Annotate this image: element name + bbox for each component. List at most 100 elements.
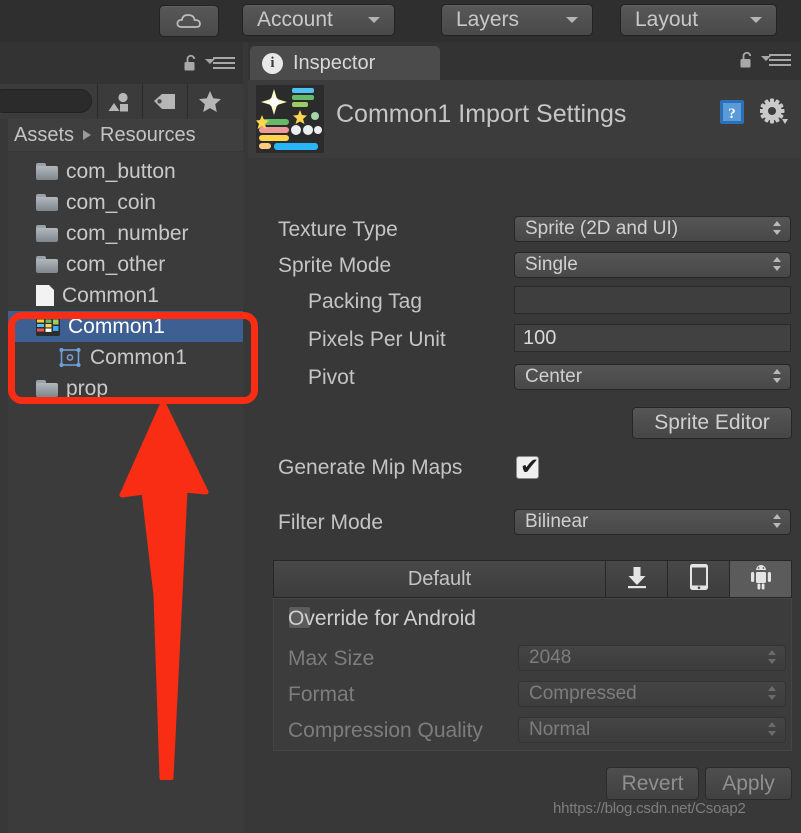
format-value: Compressed	[529, 683, 637, 704]
chevron-down-icon	[368, 17, 380, 23]
pivot-dropdown[interactable]: Center	[514, 364, 791, 390]
generate-mip-maps-label: Generate Mip Maps	[278, 455, 463, 479]
layers-dropdown[interactable]: Layers	[441, 4, 593, 36]
favorites-star-icon[interactable]	[187, 84, 232, 119]
list-item-label: Common1	[62, 283, 159, 307]
property-row-pivot: Pivot Center	[248, 362, 801, 393]
pivot-value: Center	[525, 366, 583, 387]
layout-dropdown[interactable]: Layout	[620, 4, 777, 36]
max-size-value: 2048	[529, 647, 572, 668]
stepper-arrows-icon	[772, 221, 781, 239]
file-icon	[36, 285, 54, 306]
layers-label: Layers	[456, 8, 520, 31]
cloud-button[interactable]	[159, 5, 219, 37]
chevron-down-icon	[566, 17, 578, 23]
list-item-label: com_number	[66, 221, 189, 245]
folder-icon	[36, 225, 58, 242]
pixels-per-unit-value: 100	[523, 326, 557, 349]
list-item[interactable]: com_number	[8, 218, 243, 249]
page-title: Common1 Import Settings	[336, 100, 627, 128]
property-row-generate-mip-maps: Generate Mip Maps ✔	[248, 452, 801, 483]
android-robot-icon	[749, 564, 773, 595]
sprite-mode-value: Single	[525, 254, 578, 275]
hamburger-menu-icon[interactable]	[761, 54, 793, 67]
pixels-per-unit-label: Pixels Per Unit	[308, 327, 446, 351]
sprite-editor-button[interactable]: Sprite Editor	[632, 407, 792, 439]
property-row-texture-type: Texture Type Sprite (2D and UI)	[248, 214, 801, 245]
platform-tab-bar: Default	[273, 560, 792, 598]
stepper-arrows-icon	[767, 686, 776, 704]
override-for-android-label: Override for Android	[288, 607, 476, 630]
list-item-sprite-child[interactable]: Common1	[8, 342, 243, 373]
tab-inspector-label: Inspector	[293, 51, 376, 74]
help-book-icon[interactable]: ?	[718, 98, 746, 126]
tab-platform-standalone[interactable]	[605, 561, 667, 597]
compression-quality-value: Normal	[529, 719, 591, 740]
packing-tag-input[interactable]	[514, 286, 791, 314]
compression-quality-dropdown[interactable]: Normal	[518, 717, 786, 743]
stepper-arrows-icon	[767, 722, 776, 740]
layout-label: Layout	[635, 8, 699, 31]
cloud-icon	[176, 13, 202, 29]
sprite-atlas-preview	[256, 85, 324, 153]
hamburger-menu-icon[interactable]	[205, 57, 235, 70]
generate-mip-maps-checkbox[interactable]: ✔	[516, 454, 540, 480]
compression-quality-label: Compression Quality	[288, 718, 483, 742]
breadcrumb[interactable]: Assets Resources	[8, 119, 243, 151]
apply-button[interactable]: Apply	[705, 767, 792, 800]
lock-open-icon[interactable]	[739, 51, 755, 69]
tab-platform-default[interactable]: Default	[274, 561, 605, 597]
tab-inspector[interactable]: i Inspector	[250, 46, 440, 80]
search-input[interactable]	[0, 89, 92, 113]
svg-text:?: ?	[728, 106, 736, 122]
list-item-selected-texture[interactable]: Common1	[8, 311, 243, 342]
breadcrumb-separator-icon	[83, 130, 92, 140]
list-item-label: com_coin	[66, 190, 156, 214]
list-item[interactable]: Common1	[8, 280, 243, 311]
standalone-download-icon	[625, 565, 649, 594]
format-label: Format	[288, 682, 355, 706]
gear-icon[interactable]	[759, 98, 790, 126]
ios-phone-icon	[689, 563, 709, 596]
property-row-compression-quality: Compression Quality Normal	[248, 715, 801, 746]
max-size-dropdown[interactable]: 2048	[518, 645, 786, 671]
texture-type-dropdown[interactable]: Sprite (2D and UI)	[514, 216, 791, 242]
sprite-icon	[58, 347, 82, 369]
project-panel-titlebar	[0, 42, 243, 84]
inspector-header: Common1 Import Settings ?	[248, 80, 801, 198]
lock-open-icon[interactable]	[183, 54, 199, 72]
inspector-tabbar: i Inspector	[248, 42, 801, 80]
list-item[interactable]: com_coin	[8, 187, 243, 218]
breadcrumb-root[interactable]: Assets	[14, 124, 74, 147]
sprite-mode-dropdown[interactable]: Single	[514, 252, 791, 278]
filter-by-label-icon[interactable]	[142, 84, 187, 119]
folder-icon	[36, 194, 58, 211]
asset-tree: com_button com_coin com_number com_other…	[8, 152, 243, 833]
property-row-filter-mode: Filter Mode Bilinear	[248, 507, 801, 538]
property-row-packing-tag: Packing Tag	[248, 286, 801, 317]
account-dropdown[interactable]: Account	[242, 4, 395, 36]
list-item[interactable]: prop	[8, 373, 243, 404]
stepper-arrows-icon	[772, 514, 781, 532]
list-item-label: com_other	[66, 252, 166, 276]
list-item[interactable]: com_button	[8, 156, 243, 187]
checkmark-icon: ✔	[520, 454, 540, 480]
revert-button[interactable]: Revert	[606, 767, 699, 800]
property-row-format: Format Compressed	[248, 679, 801, 710]
list-item[interactable]: com_other	[8, 249, 243, 280]
inspector-body: Texture Type Sprite (2D and UI) Sprite M…	[248, 162, 801, 833]
folder-icon	[36, 256, 58, 273]
breadcrumb-current[interactable]: Resources	[100, 124, 196, 147]
filter-mode-dropdown[interactable]: Bilinear	[514, 509, 791, 535]
project-search-row	[0, 84, 243, 119]
filter-by-type-icon[interactable]	[97, 84, 142, 119]
tab-platform-android[interactable]	[729, 561, 791, 597]
format-dropdown[interactable]: Compressed	[518, 681, 786, 707]
tab-platform-ios[interactable]	[667, 561, 729, 597]
pixels-per-unit-input[interactable]: 100	[514, 324, 791, 352]
list-item-label: com_button	[66, 159, 176, 183]
property-row-sprite-mode: Sprite Mode Single	[248, 250, 801, 281]
stepper-arrows-icon	[772, 369, 781, 387]
top-toolbar: Account Layers Layout	[0, 0, 801, 42]
list-item-label: Common1	[68, 314, 165, 338]
